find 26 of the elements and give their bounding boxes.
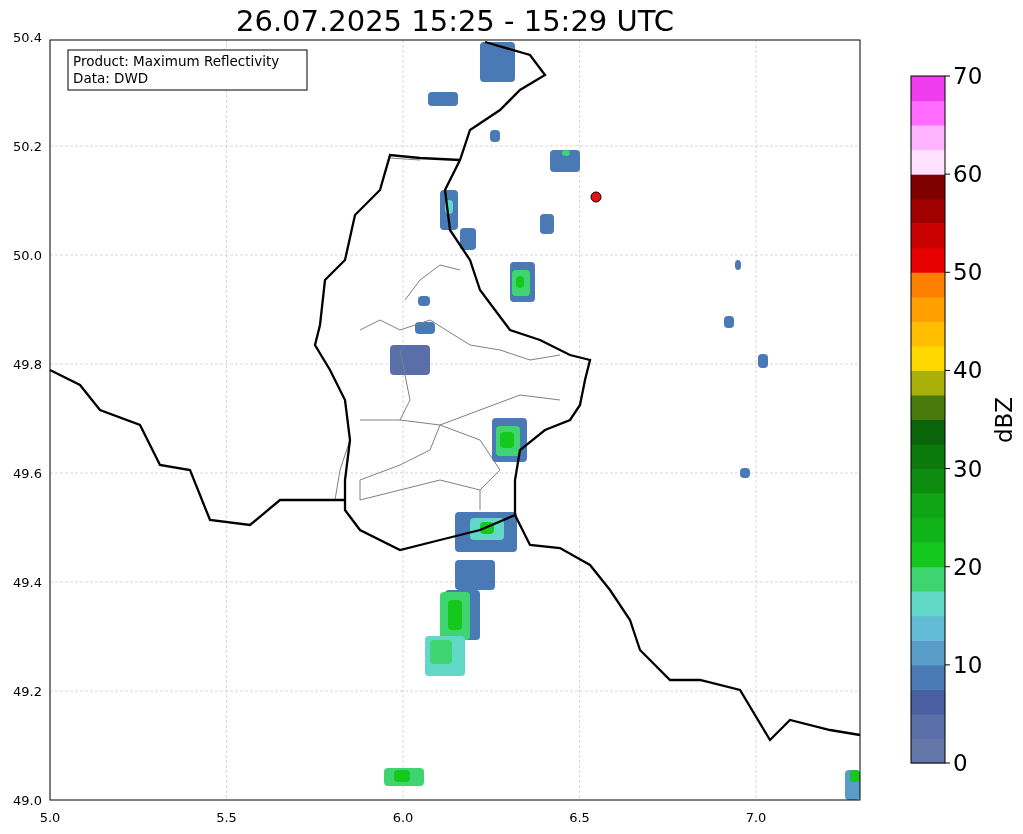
info-text: Product: Maximum Reflectivity [73,53,280,69]
colorbar-tick-label: 60 [953,161,983,188]
colorbar-tick-label: 50 [953,259,983,286]
radar-site-marker [590,191,602,203]
y-tick-label: 49.8 [13,357,42,372]
x-tick-label: 6.5 [569,810,590,825]
info-text: Data: DWD [73,70,149,86]
colorbar-tick-label: 40 [953,357,983,384]
y-tick-label: 49.4 [13,575,42,590]
x-tick-label: 5.0 [39,810,61,825]
colorbar-tick-label: 30 [953,455,983,482]
colorbar-tick-label: 10 [953,651,983,678]
x-tick-label: 6.0 [392,810,414,825]
y-tick-label: 50.4 [13,30,42,45]
y-tick-label: 50.2 [13,139,42,154]
y-tick-label: 49.2 [13,684,42,699]
colorbar-tick-label: 0 [953,750,968,776]
chart-title: 26.07.2025 15:25 - 15:29 UTC [236,4,674,38]
x-tick-label: 5.5 [216,810,237,825]
y-tick-label: 50.0 [13,248,42,263]
colorbar-tick-label: 70 [953,63,983,89]
y-tick-label: 49.0 [13,793,42,808]
x-tick-label: 7.0 [745,810,767,825]
colorbar-tick-label: 20 [953,553,983,580]
y-tick-label: 49.6 [13,466,42,481]
colorbar-label: dBZ [991,396,1017,444]
